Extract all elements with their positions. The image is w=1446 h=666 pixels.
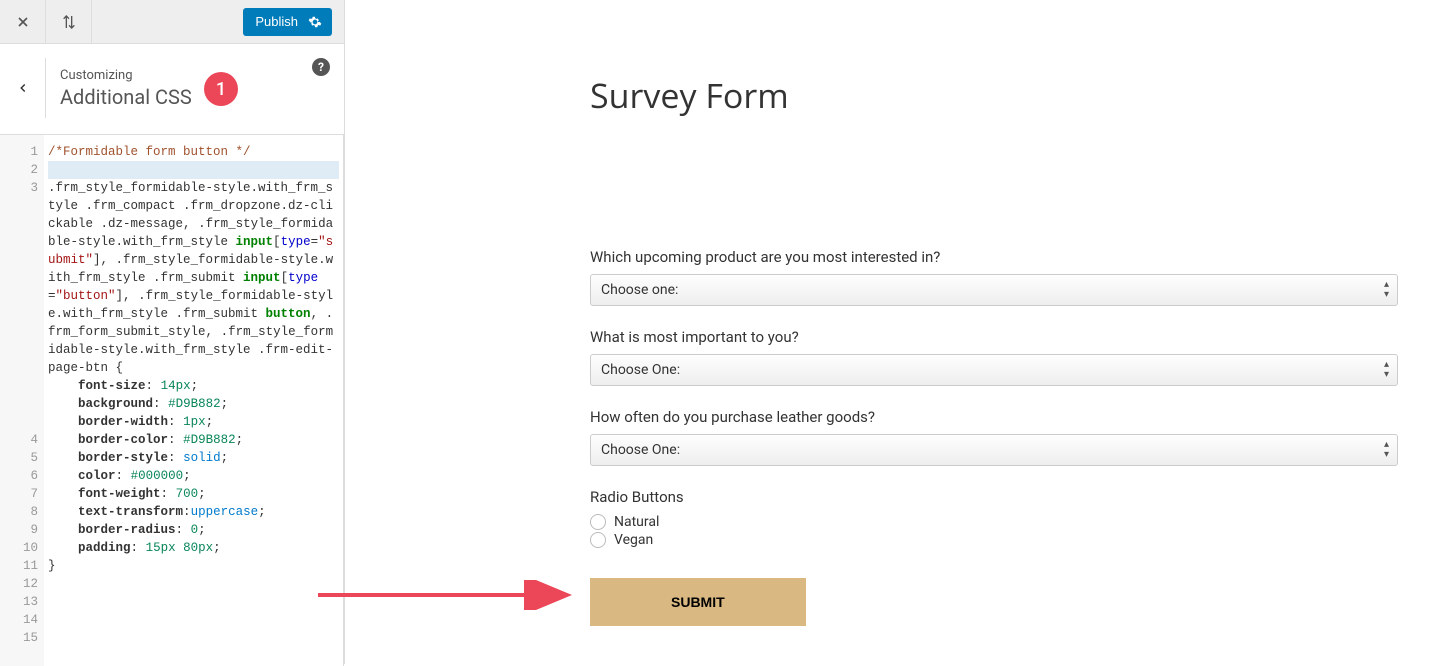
customizer-top-bar: Publish [0,0,344,44]
q2-select[interactable]: Choose One: ▴▾ [590,354,1398,386]
breadcrumb: Customizing [60,68,328,83]
panel-header: Customizing Additional CSS ? [0,44,344,135]
help-icon[interactable]: ? [312,58,330,76]
page-title: Additional CSS [60,85,328,109]
publish-label: Publish [255,14,298,29]
annotation-badge: 1 [204,72,238,106]
line-gutter: 123456789101112131415 [0,135,44,666]
q1-select[interactable]: Choose one: ▴▾ [590,274,1398,306]
css-editor[interactable]: 123456789101112131415 /*Formidable form … [0,135,344,666]
radio-label: Radio Buttons [590,488,1398,506]
chevron-down-icon: ▴▾ [1384,280,1389,300]
radio-icon [590,514,606,530]
code-content[interactable]: /*Formidable form button */ .frm_style_f… [44,135,343,666]
form-preview: Survey Form Which upcoming product are y… [590,0,1398,664]
q1-label: Which upcoming product are you most inte… [590,248,1398,266]
chevron-down-icon: ▴▾ [1384,360,1389,380]
submit-button[interactable]: Submit [590,578,806,626]
device-toggle-button[interactable] [46,0,92,44]
q3-label: How often do you purchase leather goods? [590,408,1398,426]
form-title: Survey Form [590,72,1398,118]
radio-option[interactable]: Natural [590,514,1398,530]
close-button[interactable] [0,0,46,44]
chevron-down-icon: ▴▾ [1384,440,1389,460]
gear-icon [308,15,322,29]
back-button[interactable] [0,58,46,118]
publish-button[interactable]: Publish [243,8,332,36]
radio-option[interactable]: Vegan [590,532,1398,548]
q3-select[interactable]: Choose One: ▴▾ [590,434,1398,466]
radio-icon [590,532,606,548]
q2-label: What is most important to you? [590,328,1398,346]
